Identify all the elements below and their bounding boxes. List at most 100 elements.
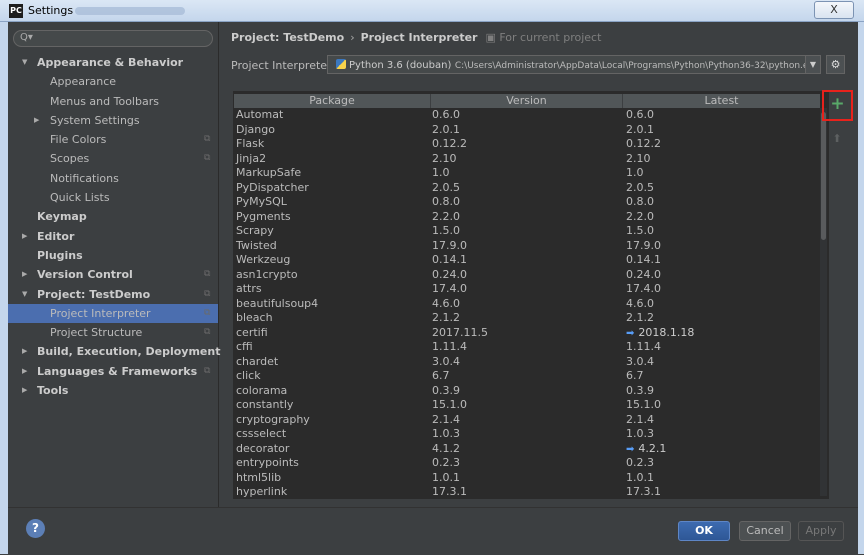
column-header-latest[interactable]: Latest xyxy=(623,94,820,108)
sidebar-item-languages-frameworks[interactable]: ▶ Languages & Frameworks ⧉ xyxy=(8,362,218,381)
plus-icon: + xyxy=(830,94,845,114)
table-row[interactable]: bleach 2.1.2 2.1.2 xyxy=(234,311,820,326)
table-row[interactable]: Jinja2 2.10 2.10 xyxy=(234,152,820,167)
sidebar-item-quick-lists[interactable]: Quick Lists xyxy=(8,188,218,207)
sidebar-item-tools[interactable]: ▶ Tools xyxy=(8,381,218,400)
table-row[interactable]: attrs 17.4.0 17.4.0 xyxy=(234,282,820,297)
chevron-right-icon[interactable]: ▶ xyxy=(22,381,27,400)
package-name-cell: Django xyxy=(236,122,275,136)
latest-version-text: 0.14.1 xyxy=(626,253,661,267)
interpreter-settings-gear-button[interactable]: ⚙ xyxy=(826,55,845,74)
package-version-cell: 2017.11.5 xyxy=(432,325,488,339)
table-row[interactable]: html5lib 1.0.1 1.0.1 xyxy=(234,471,820,486)
window-close-button[interactable]: X xyxy=(814,1,854,19)
chevron-down-icon[interactable]: ▼ xyxy=(22,285,27,304)
sidebar-item-project-testdemo[interactable]: ▼ Project: TestDemo ⧉ xyxy=(8,285,218,304)
sidebar-item-plugins[interactable]: Plugins xyxy=(8,246,218,265)
package-version-cell: 17.4.0 xyxy=(432,282,467,296)
package-latest-cell: 6.7 xyxy=(626,369,644,384)
table-row[interactable]: PyMySQL 0.8.0 0.8.0 xyxy=(234,195,820,210)
package-latest-cell: 0.6.0 xyxy=(626,108,654,123)
scrollbar-thumb[interactable] xyxy=(821,112,826,240)
package-latest-cell: 0.12.2 xyxy=(626,137,661,152)
sidebar-item-project-structure[interactable]: Project Structure ⧉ xyxy=(8,323,218,342)
table-row[interactable]: colorama 0.3.9 0.3.9 xyxy=(234,384,820,399)
current-project-note-text: For current project xyxy=(499,31,602,44)
sidebar-item-label: Menus and Toolbars xyxy=(50,94,159,108)
sidebar-item-appearance-behavior[interactable]: ▼ Appearance & Behavior xyxy=(8,53,218,72)
project-interpreter-panel: Project: TestDemo › Project Interpreter ▣ F… xyxy=(219,22,858,507)
table-row[interactable]: Automat 0.6.0 0.6.0 xyxy=(234,108,820,123)
column-header-version[interactable]: Version xyxy=(431,94,623,108)
breadcrumb-page: Project Interpreter xyxy=(360,31,478,44)
table-row[interactable]: certifi 2017.11.5 ➡ 2018.1.18 xyxy=(234,326,820,341)
table-row[interactable]: Scrapy 1.5.0 1.5.0 xyxy=(234,224,820,239)
package-version-cell: 0.12.2 xyxy=(432,137,467,151)
table-row[interactable]: chardet 3.0.4 3.0.4 xyxy=(234,355,820,370)
latest-version-text: 2.1.4 xyxy=(626,412,654,426)
table-row[interactable]: Pygments 2.2.0 2.2.0 xyxy=(234,210,820,225)
sidebar-item-label: Appearance & Behavior xyxy=(37,56,184,69)
table-row[interactable]: cffi 1.11.4 1.11.4 xyxy=(234,340,820,355)
table-row[interactable]: click 6.7 6.7 xyxy=(234,369,820,384)
package-version-cell: 2.2.0 xyxy=(432,209,460,223)
ok-button[interactable]: OK xyxy=(678,521,730,541)
chevron-right-icon[interactable]: ▶ xyxy=(22,342,27,361)
table-row[interactable]: PyDispatcher 2.0.5 2.0.5 xyxy=(234,181,820,196)
sidebar-item-label: Tools xyxy=(37,384,69,398)
table-row[interactable]: Flask 0.12.2 0.12.2 xyxy=(234,137,820,152)
apply-button[interactable]: Apply xyxy=(798,521,844,541)
table-row[interactable]: decorator 4.1.2 ➡ 4.2.1 xyxy=(234,442,820,457)
chevron-right-icon[interactable]: ▶ xyxy=(22,227,27,246)
sidebar-item-version-control[interactable]: ▶ Version Control ⧉ xyxy=(8,265,218,284)
latest-version-text: 2.2.0 xyxy=(626,209,654,223)
latest-version-text: 2.10 xyxy=(626,151,651,165)
latest-version-text: 0.2.3 xyxy=(626,456,654,470)
cancel-button[interactable]: Cancel xyxy=(739,521,791,541)
sidebar-item-menus-and-toolbars[interactable]: Menus and Toolbars xyxy=(8,92,218,111)
sidebar-item-project-interpreter[interactable]: Project Interpreter ⧉ xyxy=(8,303,218,324)
table-row[interactable]: Werkzeug 0.14.1 0.14.1 xyxy=(234,253,820,268)
chevron-right-icon[interactable]: ▶ xyxy=(22,265,27,284)
sidebar-item-keymap[interactable]: Keymap xyxy=(8,207,218,226)
table-row[interactable]: Django 2.0.1 2.0.1 xyxy=(234,123,820,138)
table-row[interactable]: entrypoints 0.2.3 0.2.3 xyxy=(234,456,820,471)
package-latest-cell: 2.2.0 xyxy=(626,210,654,225)
chevron-down-icon[interactable]: ▼ xyxy=(22,53,27,72)
project-level-copy-icon: ⧉ xyxy=(204,153,211,164)
upgrade-package-button[interactable]: ⬆ xyxy=(830,132,844,146)
table-row[interactable]: constantly 15.1.0 15.1.0 xyxy=(234,398,820,413)
package-version-cell: 2.1.2 xyxy=(432,311,460,325)
sidebar-item-scopes[interactable]: Scopes ⧉ xyxy=(8,149,218,168)
latest-version-text: 2.0.5 xyxy=(626,180,654,194)
settings-search-input[interactable]: Q▾ xyxy=(13,30,213,47)
dialog-footer: ? OK Cancel Apply xyxy=(8,507,858,555)
sidebar-item-system-settings[interactable]: ▶ System Settings xyxy=(8,111,218,130)
table-row[interactable]: asn1crypto 0.24.0 0.24.0 xyxy=(234,268,820,283)
table-row[interactable]: MarkupSafe 1.0 1.0 xyxy=(234,166,820,181)
package-name-cell: bleach xyxy=(236,311,273,325)
package-version-cell: 1.0.3 xyxy=(432,427,460,441)
sidebar-item-appearance[interactable]: Appearance xyxy=(8,72,218,91)
packages-vertical-scrollbar[interactable] xyxy=(820,108,827,496)
table-row[interactable]: cssselect 1.0.3 1.0.3 xyxy=(234,427,820,442)
help-button[interactable]: ? xyxy=(26,519,45,538)
table-row[interactable]: hyperlink 17.3.1 17.3.1 xyxy=(234,485,820,498)
chevron-right-icon[interactable]: ▶ xyxy=(22,362,27,381)
table-row[interactable]: Twisted 17.9.0 17.9.0 xyxy=(234,239,820,254)
sidebar-item-editor[interactable]: ▶ Editor xyxy=(8,227,218,246)
settings-tree: ▼ Appearance & Behavior Appearance Menus an… xyxy=(8,53,220,400)
package-latest-cell: 2.1.2 xyxy=(626,311,654,326)
package-latest-cell: 1.0 xyxy=(626,166,644,181)
table-row[interactable]: cryptography 2.1.4 2.1.4 xyxy=(234,413,820,428)
table-row[interactable]: beautifulsoup4 4.6.0 4.6.0 xyxy=(234,297,820,312)
sidebar-item-label: Version Control xyxy=(37,268,133,282)
install-package-button[interactable]: + xyxy=(822,90,853,121)
chevron-down-icon[interactable]: ▼ xyxy=(805,56,820,73)
interpreter-select[interactable]: Python 3.6 (douban) C:\Users\Administrat… xyxy=(327,55,821,74)
sidebar-item-file-colors[interactable]: File Colors ⧉ xyxy=(8,130,218,149)
chevron-right-icon[interactable]: ▶ xyxy=(34,111,39,130)
sidebar-item-build-execution-deployment[interactable]: ▶ Build, Execution, Deployment xyxy=(8,342,220,361)
column-header-package[interactable]: Package xyxy=(234,94,431,108)
sidebar-item-notifications[interactable]: Notifications xyxy=(8,169,218,188)
